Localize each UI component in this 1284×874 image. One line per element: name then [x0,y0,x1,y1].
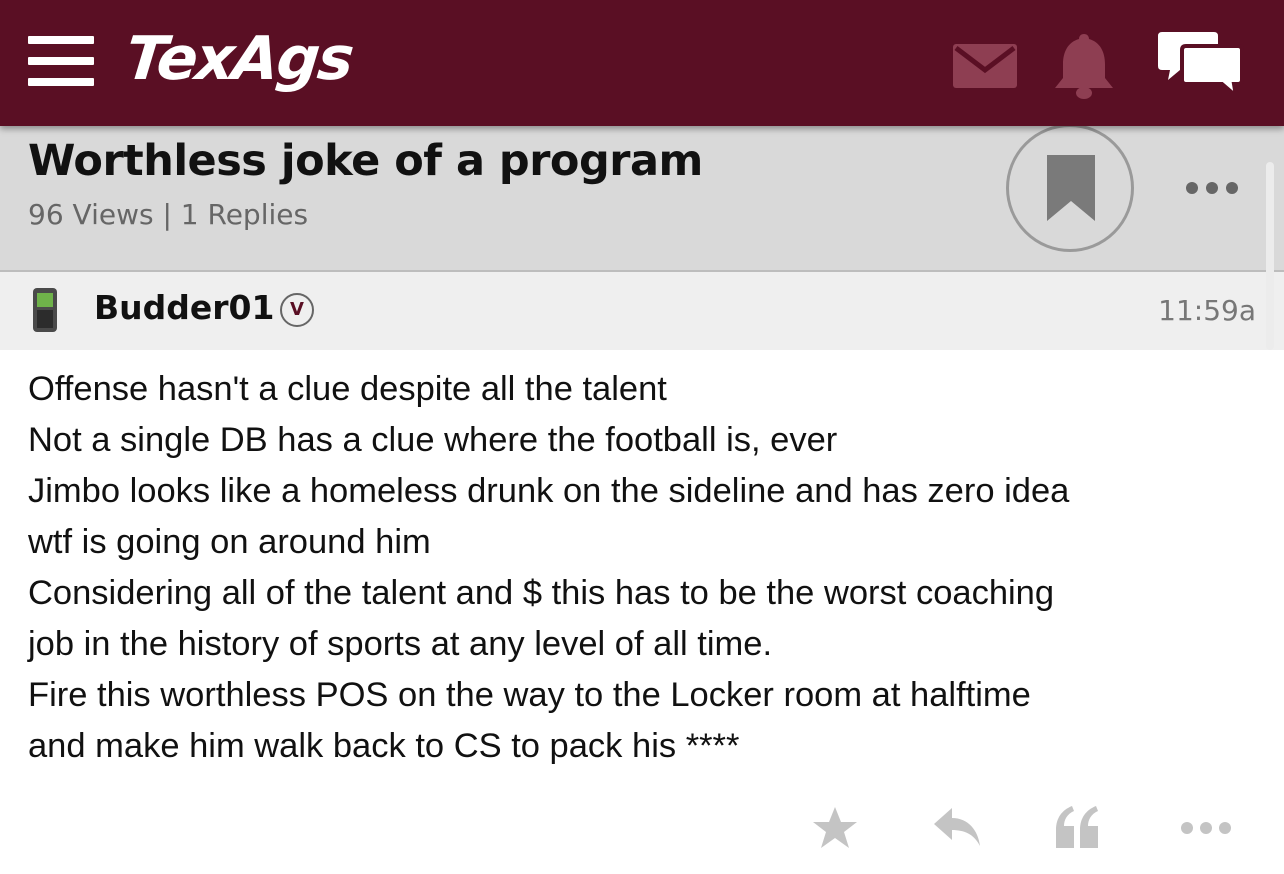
bookmark-button[interactable] [1006,124,1134,252]
thread-meta: 96 Views | 1 Replies [28,198,309,231]
username[interactable]: Budder01 [94,288,274,327]
post-line: job in the history of sports at any leve… [28,625,773,663]
scrollbar[interactable] [1266,162,1274,350]
bell-icon[interactable] [1051,32,1117,100]
post-header: Budder01 V 11:59a [0,272,1284,350]
post-body: Offense hasn't a clue despite all the ta… [28,364,1264,772]
chat-icon[interactable] [1158,30,1244,98]
post-line: Not a single DB has a clue where the foo… [28,421,838,459]
thread-title: Worthless joke of a program [28,136,703,186]
post-line: and make him walk back to CS to pack his… [28,727,740,765]
verified-badge: V [280,293,314,327]
post-line: Jimbo looks like a homeless drunk on the… [28,472,1070,510]
thread-header: Worthless joke of a program 96 Views | 1… [0,124,1284,272]
mobile-phone-icon [33,288,57,332]
top-bar: TexAgs [0,0,1284,126]
hamburger-menu-icon[interactable] [28,36,94,86]
post-timestamp: 11:59a [1158,294,1256,327]
mail-icon[interactable] [953,44,1017,88]
post-line: Fire this worthless POS on the way to th… [28,676,1031,714]
post-line: Considering all of the talent and $ this… [28,574,1055,612]
more-icon[interactable] [1180,818,1232,838]
star-icon[interactable] [812,806,858,850]
quote-icon[interactable] [1054,806,1100,848]
post-line: wtf is going on around him [28,523,431,561]
post-line: Offense hasn't a clue despite all the ta… [28,370,667,408]
texags-logo[interactable]: TexAgs [122,24,355,94]
thread-more-icon[interactable] [1184,170,1240,206]
reply-icon[interactable] [932,806,982,848]
bookmark-icon [1047,155,1095,221]
